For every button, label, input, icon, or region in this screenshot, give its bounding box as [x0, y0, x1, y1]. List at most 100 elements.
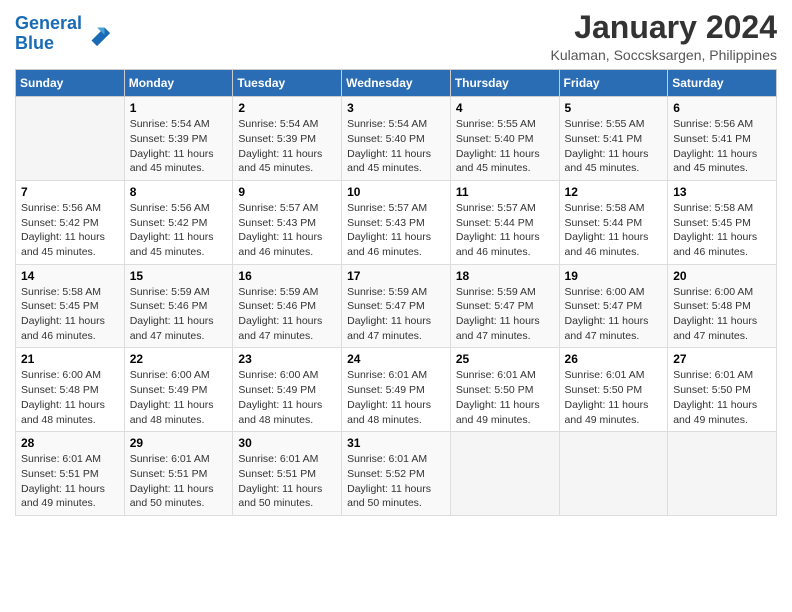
- calendar-cell: 28 Sunrise: 6:01 AM Sunset: 5:51 PM Dayli…: [16, 432, 125, 516]
- day-number: 14: [21, 269, 119, 283]
- calendar-week-row: 14 Sunrise: 5:58 AM Sunset: 5:45 PM Dayli…: [16, 264, 777, 348]
- day-info: Sunrise: 5:54 AM Sunset: 5:40 PM Dayligh…: [347, 117, 445, 176]
- day-number: 27: [673, 352, 771, 366]
- day-info: Sunrise: 5:58 AM Sunset: 5:44 PM Dayligh…: [565, 201, 663, 260]
- day-number: 26: [565, 352, 663, 366]
- calendar-cell: 22Sunrise: 6:00 AM Sunset: 5:49 PM Dayli…: [124, 348, 233, 432]
- calendar-cell: [450, 432, 559, 516]
- day-number: 7: [21, 185, 119, 199]
- day-info: Sunrise: 5:58 AM Sunset: 5:45 PM Dayligh…: [21, 285, 119, 344]
- calendar-cell: [16, 97, 125, 181]
- calendar-week-row: 1 Sunrise: 5:54 AM Sunset: 5:39 PM Daylig…: [16, 97, 777, 181]
- day-number: 19: [565, 269, 663, 283]
- calendar-week-row: 28 Sunrise: 6:01 AM Sunset: 5:51 PM Dayli…: [16, 432, 777, 516]
- day-number: 20: [673, 269, 771, 283]
- day-info: Sunrise: 6:01 AM Sunset: 5:51 PM Dayligh…: [21, 452, 119, 511]
- main-title: January 2024: [551, 10, 777, 45]
- day-info: Sunrise: 5:56 AM Sunset: 5:42 PM Dayligh…: [21, 201, 119, 260]
- calendar-cell: 1 Sunrise: 5:54 AM Sunset: 5:39 PM Daylig…: [124, 97, 233, 181]
- day-info: Sunrise: 5:57 AM Sunset: 5:43 PM Dayligh…: [238, 201, 336, 260]
- day-number: 21: [21, 352, 119, 366]
- calendar-cell: [668, 432, 777, 516]
- logo-text: General Blue: [15, 14, 82, 54]
- day-number: 1: [130, 101, 228, 115]
- calendar-cell: 9 Sunrise: 5:57 AM Sunset: 5:43 PM Daylig…: [233, 180, 342, 264]
- calendar-cell: 5Sunrise: 5:55 AM Sunset: 5:41 PM Daylig…: [559, 97, 668, 181]
- subtitle: Kulaman, Soccsksargen, Philippines: [551, 47, 777, 63]
- day-info: Sunrise: 5:59 AM Sunset: 5:47 PM Dayligh…: [456, 285, 554, 344]
- day-number: 13: [673, 185, 771, 199]
- calendar-cell: 8 Sunrise: 5:56 AM Sunset: 5:42 PM Daylig…: [124, 180, 233, 264]
- day-info: Sunrise: 6:00 AM Sunset: 5:49 PM Dayligh…: [238, 368, 336, 427]
- day-number: 29: [130, 436, 228, 450]
- calendar-cell: 2 Sunrise: 5:54 AM Sunset: 5:39 PM Daylig…: [233, 97, 342, 181]
- day-number: 9: [238, 185, 336, 199]
- day-info: Sunrise: 5:58 AM Sunset: 5:45 PM Dayligh…: [673, 201, 771, 260]
- day-info: Sunrise: 5:56 AM Sunset: 5:41 PM Dayligh…: [673, 117, 771, 176]
- calendar-cell: 17 Sunrise: 5:59 AM Sunset: 5:47 PM Dayli…: [342, 264, 451, 348]
- title-block: January 2024 Kulaman, Soccsksargen, Phil…: [551, 10, 777, 63]
- day-info: Sunrise: 5:59 AM Sunset: 5:46 PM Dayligh…: [130, 285, 228, 344]
- day-number: 25: [456, 352, 554, 366]
- day-info: Sunrise: 5:57 AM Sunset: 5:44 PM Dayligh…: [456, 201, 554, 260]
- calendar-cell: 30Sunrise: 6:01 AM Sunset: 5:51 PM Dayli…: [233, 432, 342, 516]
- day-of-week-header: Wednesday: [342, 70, 451, 97]
- day-info: Sunrise: 6:01 AM Sunset: 5:52 PM Dayligh…: [347, 452, 445, 511]
- calendar-cell: 18Sunrise: 5:59 AM Sunset: 5:47 PM Dayli…: [450, 264, 559, 348]
- calendar-cell: 29 Sunrise: 6:01 AM Sunset: 5:51 PM Dayli…: [124, 432, 233, 516]
- day-info: Sunrise: 6:00 AM Sunset: 5:48 PM Dayligh…: [673, 285, 771, 344]
- calendar-cell: 16Sunrise: 5:59 AM Sunset: 5:46 PM Dayli…: [233, 264, 342, 348]
- day-of-week-header: Saturday: [668, 70, 777, 97]
- calendar-cell: 6 Sunrise: 5:56 AM Sunset: 5:41 PM Daylig…: [668, 97, 777, 181]
- day-number: 28: [21, 436, 119, 450]
- day-number: 2: [238, 101, 336, 115]
- day-info: Sunrise: 5:56 AM Sunset: 5:42 PM Dayligh…: [130, 201, 228, 260]
- page-header: General Blue January 2024 Kulaman, Soccs…: [15, 10, 777, 63]
- day-info: Sunrise: 6:01 AM Sunset: 5:50 PM Dayligh…: [456, 368, 554, 427]
- day-info: Sunrise: 5:54 AM Sunset: 5:39 PM Dayligh…: [238, 117, 336, 176]
- day-number: 12: [565, 185, 663, 199]
- calendar-cell: 25 Sunrise: 6:01 AM Sunset: 5:50 PM Dayli…: [450, 348, 559, 432]
- calendar-cell: 4Sunrise: 5:55 AM Sunset: 5:40 PM Daylig…: [450, 97, 559, 181]
- day-info: Sunrise: 6:01 AM Sunset: 5:51 PM Dayligh…: [238, 452, 336, 511]
- day-of-week-header: Monday: [124, 70, 233, 97]
- day-number: 10: [347, 185, 445, 199]
- day-number: 15: [130, 269, 228, 283]
- day-info: Sunrise: 6:00 AM Sunset: 5:48 PM Dayligh…: [21, 368, 119, 427]
- day-info: Sunrise: 5:59 AM Sunset: 5:47 PM Dayligh…: [347, 285, 445, 344]
- calendar-cell: 31 Sunrise: 6:01 AM Sunset: 5:52 PM Dayli…: [342, 432, 451, 516]
- calendar-cell: 12 Sunrise: 5:58 AM Sunset: 5:44 PM Dayli…: [559, 180, 668, 264]
- logo: General Blue: [15, 14, 112, 54]
- calendar-cell: 7 Sunrise: 5:56 AM Sunset: 5:42 PM Daylig…: [16, 180, 125, 264]
- day-of-week-header: Thursday: [450, 70, 559, 97]
- calendar-cell: 19 Sunrise: 6:00 AM Sunset: 5:47 PM Dayli…: [559, 264, 668, 348]
- day-number: 23: [238, 352, 336, 366]
- day-of-week-header: Friday: [559, 70, 668, 97]
- calendar-body: 1 Sunrise: 5:54 AM Sunset: 5:39 PM Daylig…: [16, 97, 777, 516]
- day-number: 16: [238, 269, 336, 283]
- calendar-cell: 15 Sunrise: 5:59 AM Sunset: 5:46 PM Dayli…: [124, 264, 233, 348]
- calendar-cell: 27 Sunrise: 6:01 AM Sunset: 5:50 PM Dayli…: [668, 348, 777, 432]
- day-number: 22: [130, 352, 228, 366]
- day-of-week-header: Sunday: [16, 70, 125, 97]
- day-info: Sunrise: 6:00 AM Sunset: 5:47 PM Dayligh…: [565, 285, 663, 344]
- day-number: 6: [673, 101, 771, 115]
- day-info: Sunrise: 5:55 AM Sunset: 5:41 PM Dayligh…: [565, 117, 663, 176]
- calendar-cell: 14 Sunrise: 5:58 AM Sunset: 5:45 PM Dayli…: [16, 264, 125, 348]
- day-info: Sunrise: 5:54 AM Sunset: 5:39 PM Dayligh…: [130, 117, 228, 176]
- day-info: Sunrise: 6:01 AM Sunset: 5:51 PM Dayligh…: [130, 452, 228, 511]
- calendar-cell: 26 Sunrise: 6:01 AM Sunset: 5:50 PM Dayli…: [559, 348, 668, 432]
- day-info: Sunrise: 6:01 AM Sunset: 5:50 PM Dayligh…: [565, 368, 663, 427]
- calendar-header-row: SundayMondayTuesdayWednesdayThursdayFrid…: [16, 70, 777, 97]
- day-number: 31: [347, 436, 445, 450]
- day-number: 17: [347, 269, 445, 283]
- calendar-cell: 24Sunrise: 6:01 AM Sunset: 5:49 PM Dayli…: [342, 348, 451, 432]
- calendar-cell: 21 Sunrise: 6:00 AM Sunset: 5:48 PM Dayli…: [16, 348, 125, 432]
- day-info: Sunrise: 6:01 AM Sunset: 5:49 PM Dayligh…: [347, 368, 445, 427]
- day-number: 8: [130, 185, 228, 199]
- logo-icon: [84, 20, 112, 48]
- calendar-week-row: 21 Sunrise: 6:00 AM Sunset: 5:48 PM Dayli…: [16, 348, 777, 432]
- day-info: Sunrise: 5:55 AM Sunset: 5:40 PM Dayligh…: [456, 117, 554, 176]
- day-info: Sunrise: 6:01 AM Sunset: 5:50 PM Dayligh…: [673, 368, 771, 427]
- calendar-cell: 10Sunrise: 5:57 AM Sunset: 5:43 PM Dayli…: [342, 180, 451, 264]
